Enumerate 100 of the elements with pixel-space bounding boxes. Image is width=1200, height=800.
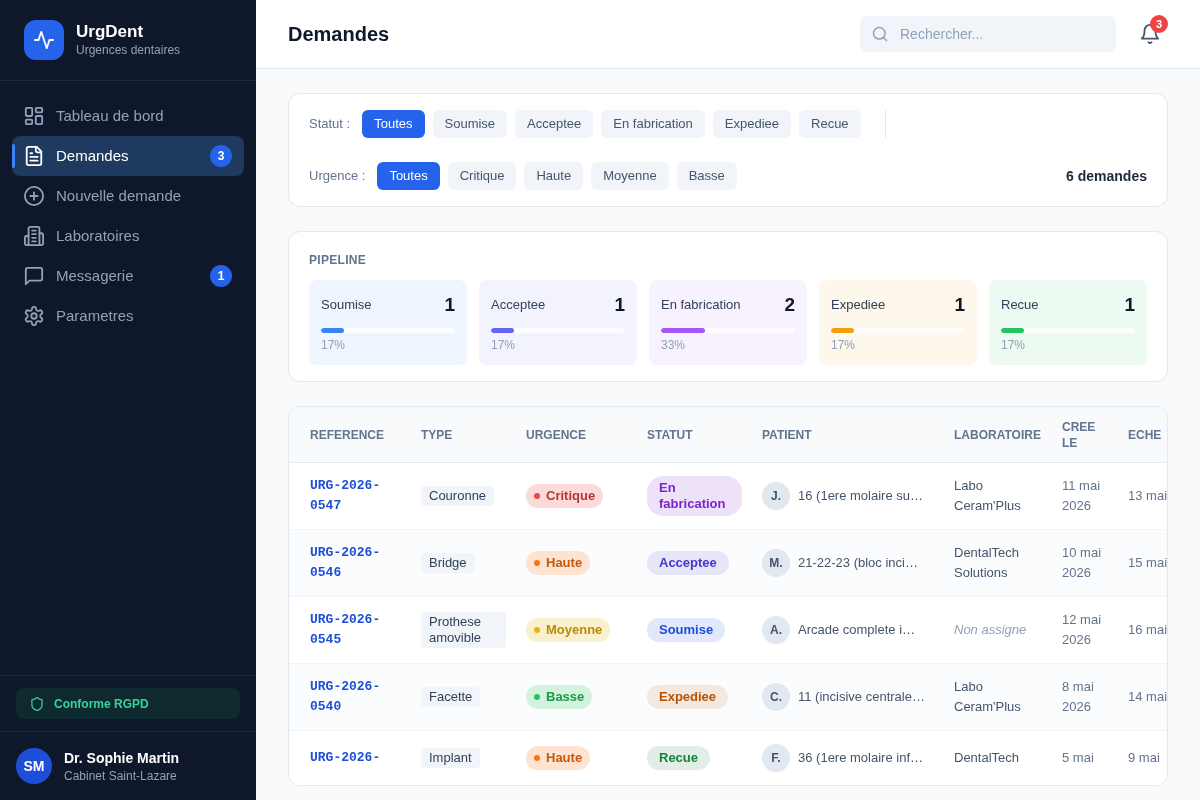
- app-name: UrgDent: [76, 22, 145, 42]
- due-date: 15 mai: [1128, 554, 1167, 572]
- urgency-label: Critique: [546, 487, 596, 505]
- created-date: 10 mai 2026: [1062, 544, 1103, 582]
- result-count: 6 demandes: [1066, 166, 1147, 186]
- filter-label: Statut :: [309, 115, 351, 134]
- reference-link[interactable]: URG-2026-: [310, 748, 401, 768]
- nav-item[interactable]: Messagerie 1: [12, 256, 244, 296]
- urgency-label: Basse: [546, 688, 585, 706]
- search-icon: [872, 26, 888, 42]
- stage-label: Acceptee: [491, 296, 546, 315]
- urgency-label: Haute: [546, 749, 583, 767]
- type-tag: Facette: [421, 687, 481, 707]
- stage-percentage: 33%: [661, 337, 687, 353]
- user-name: Dr. Sophie Martin: [64, 749, 180, 768]
- type-tag: Couronne: [421, 486, 495, 506]
- stage-percentage: 17%: [491, 337, 517, 353]
- laboratory-name: Labo Ceram'Plus: [954, 678, 1022, 716]
- filter-chip[interactable]: Haute: [524, 162, 584, 190]
- nav-item[interactable]: Laboratoires: [12, 216, 244, 256]
- filter-chip[interactable]: Acceptee: [515, 110, 594, 138]
- pulse-logo-icon: [24, 20, 64, 60]
- nav-item[interactable]: Demandes 3: [12, 136, 244, 176]
- user-avatar: SM: [16, 748, 52, 784]
- patient-description: 11 (incisive centrale…: [798, 688, 925, 706]
- count-badge: 1: [210, 265, 232, 287]
- reference-link[interactable]: URG-2026-0546: [310, 543, 401, 583]
- patient-description: 21-22-23 (bloc inci…: [798, 554, 918, 572]
- column-header: TYPE: [420, 426, 454, 443]
- due-date: 16 mai: [1128, 621, 1167, 639]
- column-header: ECHE: [1127, 426, 1163, 443]
- nav-item[interactable]: Nouvelle demande: [12, 176, 244, 216]
- filter-chip[interactable]: Recue: [799, 110, 861, 138]
- due-date: 13 mai: [1128, 487, 1167, 505]
- created-date: 11 mai 2026: [1062, 477, 1102, 515]
- urgency-label: Haute: [546, 554, 583, 572]
- status-badge: Expediee: [647, 685, 729, 709]
- stage-label: Soumise: [321, 296, 372, 315]
- reference-link[interactable]: URG-2026-0547: [310, 476, 401, 516]
- notification-badge: 3: [1150, 15, 1168, 33]
- patient-description: 36 (1ere molaire inf…: [798, 749, 923, 767]
- created-date: 12 mai 2026: [1062, 611, 1103, 649]
- stage-percentage: 17%: [831, 337, 857, 353]
- stage-count: 1: [954, 292, 965, 317]
- filter-chip[interactable]: Soumise: [432, 110, 508, 138]
- count-badge: 3: [210, 145, 232, 167]
- reference-link[interactable]: URG-2026-0540: [310, 677, 401, 717]
- search-field[interactable]: Rechercher...: [860, 16, 1116, 52]
- column-header: STATUT: [646, 426, 694, 443]
- due-date: 9 mai: [1128, 749, 1160, 767]
- created-date: 8 mai 2026: [1062, 678, 1095, 716]
- laboratory-name: DentalTech Solutions: [954, 544, 1021, 582]
- patient-avatar: J.: [762, 482, 790, 510]
- stage-label: Expediee: [831, 296, 886, 315]
- building-icon: [24, 226, 44, 246]
- nav-item[interactable]: Parametres: [12, 296, 244, 336]
- status-badge: Recue: [647, 746, 711, 770]
- filter-chip[interactable]: Expediee: [712, 110, 791, 138]
- type-tag: Prothese amovible: [421, 612, 506, 648]
- filter-label: Urgence :: [309, 167, 366, 186]
- reference-link[interactable]: URG-2026-0545: [310, 610, 401, 650]
- column-header: CREE LE: [1061, 418, 1097, 451]
- app-tagline: Urgences dentaires: [76, 42, 181, 58]
- filter-chip[interactable]: Toutes: [362, 110, 425, 138]
- grid-icon: [24, 106, 44, 126]
- laboratory-name: DentalTech: [954, 749, 1020, 767]
- filter-chip[interactable]: Toutes: [377, 162, 440, 190]
- stage-percentage: 17%: [1001, 337, 1027, 353]
- stage-percentage: 17%: [321, 337, 347, 353]
- filter-chip[interactable]: Moyenne: [591, 162, 669, 190]
- plus-circle-icon: [24, 186, 44, 206]
- filter-chip[interactable]: Basse: [676, 162, 737, 190]
- type-tag: Implant: [421, 748, 480, 768]
- stage-label: Recue: [1001, 296, 1039, 315]
- patient-avatar: F.: [762, 744, 790, 772]
- column-header: LABORATOIRE: [953, 426, 1042, 443]
- nav-item[interactable]: Tableau de bord: [12, 96, 244, 136]
- filter-chip[interactable]: Critique: [447, 162, 517, 190]
- status-badge: En fabrication: [647, 476, 742, 516]
- document-icon: [24, 146, 44, 166]
- laboratory-name: Labo Ceram'Plus: [954, 477, 1022, 515]
- filter-chip[interactable]: En fabrication: [601, 110, 705, 138]
- status-badge: Acceptee: [647, 551, 729, 575]
- laboratory-name: Non assigne: [954, 621, 1027, 639]
- compliance-text: Conforme RGPD: [54, 695, 149, 713]
- page-title: Demandes: [288, 22, 390, 47]
- patient-avatar: C.: [762, 683, 790, 711]
- column-header: REFERENCE: [309, 426, 385, 443]
- patient-avatar: A.: [762, 616, 790, 644]
- user-organization: Cabinet Saint-Lazare: [64, 768, 178, 784]
- urgency-label: Moyenne: [546, 621, 603, 639]
- shield-icon: [30, 696, 44, 711]
- stage-count: 1: [444, 292, 455, 317]
- stage-label: En fabrication: [661, 296, 741, 315]
- section-title: PIPELINE: [309, 252, 368, 268]
- stage-count: 1: [1124, 292, 1135, 317]
- stage-count: 2: [784, 292, 795, 317]
- type-tag: Bridge: [421, 553, 475, 573]
- due-date: 14 mai: [1128, 688, 1167, 706]
- created-date: 5 mai: [1062, 749, 1094, 767]
